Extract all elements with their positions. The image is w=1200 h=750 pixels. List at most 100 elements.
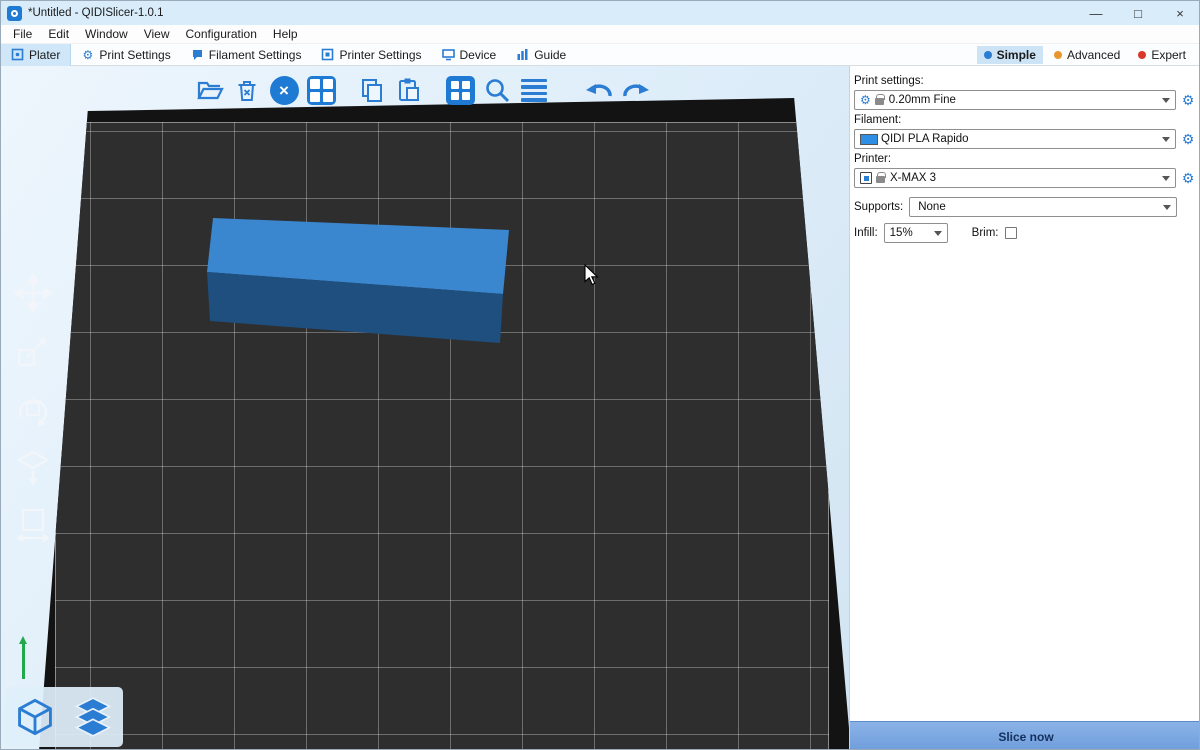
chevron-down-icon xyxy=(1163,205,1171,210)
move-icon xyxy=(13,273,53,313)
menu-configuration[interactable]: Configuration xyxy=(178,25,265,44)
3d-editor-view-button[interactable] xyxy=(9,691,61,743)
print-settings-label: Print settings: xyxy=(854,75,1197,87)
lock-icon xyxy=(876,176,885,183)
brim-label: Brim: xyxy=(972,227,999,239)
close-button[interactable]: × xyxy=(1159,1,1200,25)
menu-help[interactable]: Help xyxy=(265,25,306,44)
filament-color-swatch xyxy=(860,134,878,145)
scale-tool-button[interactable] xyxy=(11,329,55,373)
print-settings-combo[interactable]: ⚙ 0.20mm Fine xyxy=(854,90,1176,110)
printer-label: Printer: xyxy=(854,153,1197,165)
split-to-objects-button[interactable] xyxy=(443,73,477,107)
tab-printer-settings-label: Printer Settings xyxy=(339,48,421,62)
filament-combo[interactable]: QIDI PLA Rapido xyxy=(854,129,1176,149)
menu-file[interactable]: File xyxy=(5,25,40,44)
scale-icon xyxy=(13,331,53,371)
mode-selector: Simple Advanced Expert xyxy=(977,46,1200,64)
printer-settings-icon xyxy=(321,48,334,61)
slice-now-button[interactable]: Slice now xyxy=(850,721,1200,750)
tab-filament-settings[interactable]: Filament Settings xyxy=(181,44,312,66)
3d-cube-icon xyxy=(16,698,54,736)
printer-icon xyxy=(860,172,872,184)
redo-icon xyxy=(620,77,652,103)
delete-button[interactable] xyxy=(230,73,264,107)
minimize-button[interactable]: — xyxy=(1075,1,1117,25)
tab-filament-settings-label: Filament Settings xyxy=(209,48,302,62)
supports-combo[interactable]: None xyxy=(909,197,1177,217)
axis-indicator xyxy=(22,643,25,679)
tab-device-label: Device xyxy=(460,48,497,62)
paste-icon xyxy=(396,77,422,103)
menu-view[interactable]: View xyxy=(136,25,178,44)
window-controls: — □ × xyxy=(1075,1,1200,25)
preview-layers-button[interactable] xyxy=(67,691,119,743)
move-tool-button[interactable] xyxy=(11,271,55,315)
view-mode-panel xyxy=(5,687,123,747)
variable-layer-height-button[interactable] xyxy=(517,73,551,107)
supports-value: None xyxy=(918,201,946,213)
search-button[interactable] xyxy=(480,73,514,107)
menu-edit[interactable]: Edit xyxy=(40,25,77,44)
rotate-tool-button[interactable] xyxy=(11,387,55,431)
trash-icon xyxy=(234,77,260,103)
mode-expert-label: Expert xyxy=(1151,48,1186,62)
tab-print-settings[interactable]: ⚙ Print Settings xyxy=(71,44,180,66)
printer-combo[interactable]: X-MAX 3 xyxy=(854,168,1176,188)
chevron-down-icon xyxy=(934,231,942,236)
build-plate-grid xyxy=(55,122,829,750)
place-on-face-icon xyxy=(13,447,53,487)
mode-simple[interactable]: Simple xyxy=(977,46,1043,64)
menu-window[interactable]: Window xyxy=(77,25,136,44)
left-toolbar xyxy=(11,271,55,547)
tab-guide[interactable]: Guide xyxy=(506,44,576,66)
advanced-mode-dot-icon xyxy=(1054,51,1062,59)
title-bar: *Untitled - QIDISlicer-1.0.1 — □ × xyxy=(1,1,1200,25)
brim-checkbox[interactable] xyxy=(1005,227,1017,239)
chevron-down-icon xyxy=(1162,176,1170,181)
window-title: *Untitled - QIDISlicer-1.0.1 xyxy=(28,7,164,19)
app-logo-icon xyxy=(7,6,22,21)
guide-icon xyxy=(516,48,529,61)
redo-button[interactable] xyxy=(619,73,653,107)
filament-gear-button[interactable]: ⚙ xyxy=(1179,132,1197,146)
infill-combo[interactable]: 15% xyxy=(884,223,948,243)
tab-print-settings-label: Print Settings xyxy=(99,48,170,62)
split-to-objects-icon xyxy=(446,76,475,105)
chevron-down-icon xyxy=(1162,137,1170,142)
infill-label: Infill: xyxy=(854,227,878,239)
top-toolbar: × xyxy=(193,69,656,111)
delete-all-button[interactable]: × xyxy=(267,73,301,107)
mode-expert[interactable]: Expert xyxy=(1131,46,1193,64)
height-range-tool-button[interactable] xyxy=(11,503,55,547)
paste-button[interactable] xyxy=(392,73,426,107)
build-plate xyxy=(39,98,849,750)
undo-button[interactable] xyxy=(582,73,616,107)
device-icon xyxy=(442,48,455,61)
arrange-button[interactable] xyxy=(304,73,338,107)
tab-device[interactable]: Device xyxy=(432,44,507,66)
variable-layer-height-icon xyxy=(521,79,547,102)
plater-icon xyxy=(11,48,24,61)
sidebar: Print settings: ⚙ 0.20mm Fine ⚙ Filament… xyxy=(849,66,1200,750)
tab-plater[interactable]: Plater xyxy=(1,44,71,66)
simple-mode-dot-icon xyxy=(984,51,992,59)
mode-simple-label: Simple xyxy=(997,48,1036,62)
place-on-face-tool-button[interactable] xyxy=(11,445,55,489)
maximize-button[interactable]: □ xyxy=(1117,1,1159,25)
tab-guide-label: Guide xyxy=(534,48,566,62)
open-file-button[interactable] xyxy=(193,73,227,107)
tab-printer-settings[interactable]: Printer Settings xyxy=(311,44,431,66)
printer-gear-button[interactable]: ⚙ xyxy=(1179,171,1197,185)
gear-icon: ⚙ xyxy=(860,94,871,106)
undo-icon xyxy=(583,77,615,103)
3d-viewport[interactable]: × xyxy=(1,66,849,750)
arrange-icon xyxy=(307,76,336,105)
mode-advanced[interactable]: Advanced xyxy=(1047,46,1127,64)
filament-label: Filament: xyxy=(854,114,1197,126)
rotate-icon xyxy=(13,389,53,429)
print-settings-gear-button[interactable]: ⚙ xyxy=(1179,93,1197,107)
mode-advanced-label: Advanced xyxy=(1067,48,1120,62)
copy-icon xyxy=(359,77,385,103)
copy-button[interactable] xyxy=(355,73,389,107)
